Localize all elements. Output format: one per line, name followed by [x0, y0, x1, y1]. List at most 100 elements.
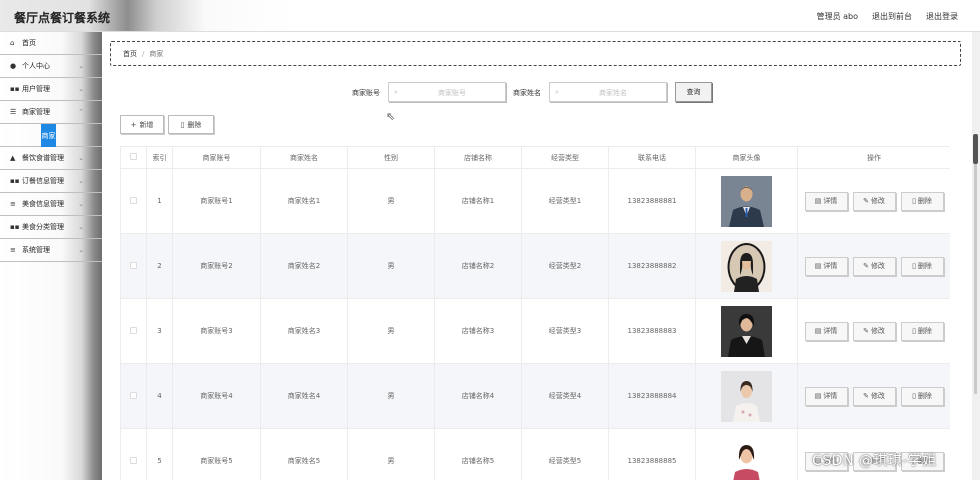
query-button[interactable]: 查询: [675, 82, 712, 102]
search-icon: ⌕: [394, 88, 398, 96]
cell-account: 商家账号3: [172, 298, 261, 364]
csdn-watermark: CSDN @琪琪-学姐: [812, 453, 937, 469]
sidebar-item-label: 美食信息管理: [22, 200, 64, 208]
cell-phone: 13823888883: [608, 298, 696, 364]
row-checkbox[interactable]: [130, 261, 137, 269]
trash-icon: ▯: [180, 120, 185, 129]
column-header: 性别: [347, 146, 435, 169]
pencil-icon: ✎: [863, 197, 869, 205]
merchant-account-input[interactable]: [403, 85, 501, 100]
delete-button[interactable]: ▯ 删除: [900, 386, 944, 406]
home-icon: ⌂: [10, 39, 15, 47]
add-button-label: 新增: [139, 120, 154, 129]
column-header: 经营类型: [521, 146, 609, 169]
detail-button[interactable]: ▤ 详情: [804, 386, 848, 406]
chevron-down-icon: ⌄: [78, 246, 84, 254]
merchant-avatar: [721, 240, 772, 292]
column-header: 联系电话: [608, 146, 696, 169]
chevron-down-icon: ⌄: [78, 154, 84, 162]
cell-account: 商家账号4: [172, 363, 261, 429]
cell-phone: 13823888885: [608, 428, 696, 480]
merchant-account-search[interactable]: ⌕: [388, 82, 506, 102]
cell-phone: 13823888882: [608, 233, 696, 299]
cell-name: 商家姓名5: [260, 428, 348, 480]
bulk-delete-button[interactable]: ▯ 删除: [168, 115, 214, 134]
merchant-name-search[interactable]: ⌕: [549, 82, 667, 102]
cell-name: 商家姓名2: [260, 233, 348, 299]
cell-phone: 13823888884: [608, 363, 696, 429]
user-icon: ●: [10, 62, 17, 70]
merchant-table: 索引 商家账号 商家姓名 性别 店铺名称 经营类型 联系电话 商家头像 操作 1…: [120, 146, 950, 480]
breadcrumb-current: 商家: [149, 49, 164, 58]
sidebar-item-orders[interactable]: ▪▪ 订餐信息管理 ⌄: [0, 170, 102, 193]
row-checkbox[interactable]: [130, 326, 137, 334]
document-icon: ▤: [814, 197, 822, 205]
merchant-name-input[interactable]: [564, 85, 662, 100]
sidebar-item-label: 商家管理: [22, 108, 50, 116]
top-header: 餐厅点餐订餐系统 管理员 abo 退出到前台 退出登录: [0, 0, 980, 32]
column-header: 索引: [146, 146, 173, 169]
scrollbar-thumb[interactable]: [973, 134, 978, 164]
cell-shop: 店铺名称4: [434, 363, 522, 429]
column-header: 操作: [797, 146, 950, 169]
edit-button[interactable]: ✎ 修改: [852, 386, 896, 406]
detail-button[interactable]: ▤ 详情: [804, 321, 848, 341]
breadcrumb-home[interactable]: 首页: [123, 49, 137, 59]
grid-icon: ▪▪: [10, 85, 20, 93]
chevron-up-icon: ⌃: [78, 108, 84, 116]
sidebar-item-label: 个人中心: [22, 62, 50, 70]
breadcrumb: 首页 / 商家: [110, 41, 961, 66]
grid-icon: ▪▪: [10, 223, 20, 231]
cell-type: 经营类型1: [521, 168, 609, 234]
logout-link[interactable]: 退出登录: [926, 11, 958, 22]
document-icon: ▤: [814, 327, 822, 335]
document-icon: ▤: [814, 262, 822, 270]
edit-button[interactable]: ✎ 修改: [852, 256, 896, 276]
edit-button[interactable]: ✎ 修改: [852, 321, 896, 341]
row-checkbox[interactable]: [130, 391, 137, 399]
cell-account: 商家账号2: [172, 233, 261, 299]
sidebar-item-food-info[interactable]: ≡ 美食信息管理 ⌄: [0, 193, 102, 216]
column-header: 商家头像: [695, 146, 798, 169]
sidebar-item-users[interactable]: ▪▪ 用户管理 ⌄: [0, 78, 102, 101]
sidebar: ⌂ 首页 ● 个人中心 ⌄ ▪▪ 用户管理 ⌄ ☰ 商家管理 ⌃ 商家 ▲ 餐饮…: [0, 32, 102, 480]
current-user-label: 管理员 abo: [816, 12, 858, 21]
pencil-icon: ✎: [863, 262, 869, 270]
delete-button[interactable]: ▯ 删除: [900, 321, 944, 341]
chevron-down-icon: ⌄: [78, 223, 84, 231]
table-row: 1 商家账号1 商家姓名1 男 店铺名称1 经营类型1 13823888881: [120, 168, 950, 234]
cell-index: 3: [146, 298, 173, 364]
sidebar-subitem-merchant[interactable]: 商家: [41, 124, 56, 147]
chevron-down-icon: ⌄: [78, 85, 84, 93]
sidebar-item-food-category[interactable]: ▪▪ 美食分类管理 ⌄: [0, 216, 102, 239]
sidebar-item-merchants[interactable]: ☰ 商家管理 ⌃: [0, 101, 102, 124]
trash-icon: ▯: [912, 392, 916, 400]
select-all-cell[interactable]: [120, 146, 147, 169]
sidebar-item-profile[interactable]: ● 个人中心 ⌄: [0, 55, 102, 78]
cell-name: 商家姓名1: [260, 168, 348, 234]
edit-button[interactable]: ✎ 修改: [852, 191, 896, 211]
delete-button[interactable]: ▯ 删除: [900, 191, 944, 211]
cell-gender: 男: [347, 233, 435, 299]
cell-type: 经营类型4: [521, 363, 609, 429]
table-header-row: 索引 商家账号 商家姓名 性别 店铺名称 经营类型 联系电话 商家头像 操作: [120, 146, 950, 169]
cell-index: 1: [146, 168, 173, 234]
detail-button[interactable]: ▤ 详情: [804, 191, 848, 211]
back-to-front-link[interactable]: 退出到前台: [872, 11, 912, 22]
merchant-avatar: [721, 370, 772, 422]
thumbs-up-icon: ▲: [10, 154, 16, 162]
row-checkbox[interactable]: [130, 456, 137, 464]
select-all-checkbox[interactable]: [130, 153, 137, 160]
add-button[interactable]: + 新增: [120, 115, 164, 134]
sidebar-item-label: 美食分类管理: [22, 223, 64, 231]
delete-button[interactable]: ▯ 删除: [900, 256, 944, 276]
scrollbar-track[interactable]: [974, 164, 977, 394]
sidebar-item-recipes[interactable]: ▲ 餐饮食谱管理 ⌄: [0, 147, 102, 170]
sidebar-item-home[interactable]: ⌂ 首页: [0, 32, 102, 55]
sidebar-item-label: 首页: [22, 39, 36, 47]
cell-account: 商家账号5: [172, 428, 261, 480]
sidebar-submenu: 商家: [0, 124, 102, 147]
row-checkbox[interactable]: [130, 196, 137, 204]
detail-button[interactable]: ▤ 详情: [804, 256, 848, 276]
sidebar-item-system[interactable]: ≡ 系统管理 ⌄: [0, 239, 102, 262]
